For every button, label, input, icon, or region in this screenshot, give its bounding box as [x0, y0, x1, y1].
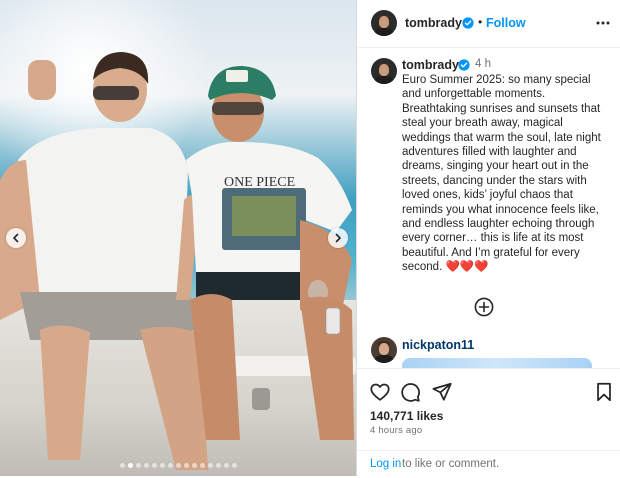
carousel-dot [175, 463, 181, 468]
comment-item: nickpaton11 [357, 334, 620, 372]
carousel-dot [207, 463, 213, 468]
verified-badge-icon [462, 17, 474, 29]
likes-count[interactable]: 140,771 likes [370, 409, 443, 423]
comment-icon[interactable] [399, 381, 421, 403]
carousel-dot [119, 463, 125, 468]
share-icon[interactable] [431, 381, 453, 403]
avatar[interactable] [371, 10, 397, 36]
carousel-dot [151, 463, 157, 468]
login-prompt: Log in to like or comment. [357, 450, 620, 478]
post-header: tombrady • Follow [357, 0, 620, 48]
login-prompt-text: to like or comment. [402, 458, 500, 470]
chevron-left-icon [13, 233, 19, 243]
carousel-dot [143, 463, 149, 468]
avatar[interactable] [371, 58, 397, 84]
verified-badge-icon [458, 59, 470, 71]
carousel-dot [231, 463, 237, 468]
post-timestamp: 4 hours ago [370, 425, 423, 436]
svg-text:ONE PIECE: ONE PIECE [224, 175, 295, 190]
login-link[interactable]: Log in [370, 458, 401, 470]
avatar[interactable] [371, 337, 397, 363]
carousel-indicator [0, 463, 356, 468]
carousel-dot [199, 463, 205, 468]
carousel-dot [127, 463, 133, 468]
carousel-dot [159, 463, 165, 468]
separator-dot: • [478, 15, 483, 29]
post-sidebar: tombrady • Follow tombrady 4 h Euro Summ… [356, 0, 620, 477]
post-photo[interactable]: ONE PIECE [0, 0, 356, 476]
carousel-dot [223, 463, 229, 468]
previous-photo-button[interactable] [6, 228, 26, 248]
load-more-comments-icon[interactable] [474, 297, 494, 317]
caption-timestamp[interactable]: 4 h [475, 58, 491, 70]
header-username[interactable]: tombrady [405, 16, 462, 30]
carousel-dot [191, 463, 197, 468]
carousel-dot [215, 463, 221, 468]
caption-text: Euro Summer 2025: so many special and un… [402, 74, 601, 274]
carousel-dot [167, 463, 173, 468]
follow-button[interactable]: Follow [486, 16, 526, 30]
comment-username[interactable]: nickpaton11 [402, 338, 474, 352]
chevron-right-icon [335, 233, 341, 243]
bookmark-icon[interactable] [593, 381, 615, 403]
action-bar: 140,771 likes 4 hours ago Log in to like… [357, 368, 620, 477]
heart-icon[interactable] [369, 381, 391, 403]
caption-username[interactable]: tombrady [402, 58, 459, 72]
people-illustration: ONE PIECE [0, 52, 354, 470]
next-photo-button[interactable] [328, 228, 348, 248]
carousel-dot [183, 463, 189, 468]
post-dialog: ONE PIECE tombrady • Follow tombrady 4 h… [0, 0, 620, 477]
carousel-dot [135, 463, 141, 468]
more-options-icon[interactable] [595, 17, 611, 29]
